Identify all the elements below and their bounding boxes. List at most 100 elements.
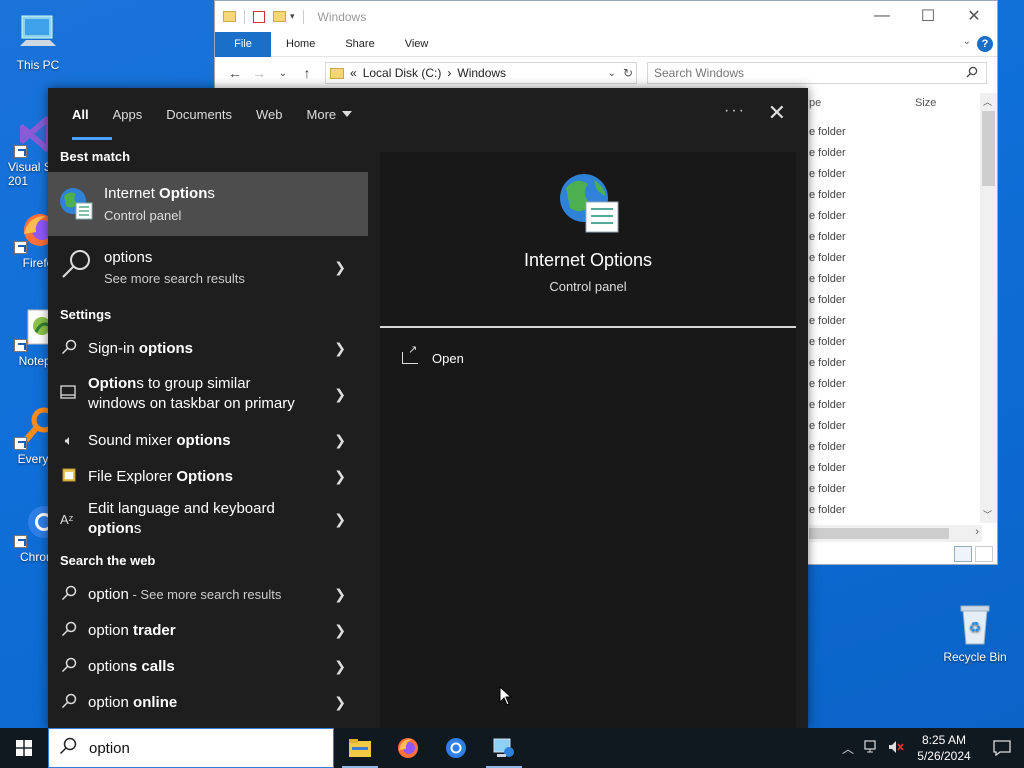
settings-result-language-keyboard[interactable]: Aᶻ Edit language and keyboard options ❯ <box>48 494 368 544</box>
taskbar-file-explorer[interactable] <box>336 728 384 768</box>
volume-muted-icon[interactable] <box>884 740 908 757</box>
refresh-icon[interactable]: ↻ <box>623 66 633 80</box>
chevron-right-icon[interactable]: ❯ <box>334 259 346 276</box>
up-arrow-icon[interactable]: ↑ <box>295 65 319 81</box>
properties-icon[interactable] <box>253 10 265 23</box>
network-icon[interactable] <box>860 739 884 757</box>
chevron-down-icon[interactable]: ⌄ <box>963 36 971 47</box>
taskbar-firefox[interactable] <box>384 728 432 768</box>
taskbar-control-panel[interactable] <box>480 728 528 768</box>
start-button[interactable] <box>0 728 48 768</box>
file-type-cell[interactable]: e folder <box>809 441 846 453</box>
scrollbar-thumb[interactable] <box>982 111 995 186</box>
forward-arrow-icon[interactable]: → <box>247 65 271 81</box>
file-type-cell[interactable]: e folder <box>809 273 846 285</box>
tab-share[interactable]: Share <box>330 38 389 50</box>
large-icons-view-icon[interactable] <box>975 546 993 562</box>
settings-result-sign-in-options[interactable]: Sign-in options ❯ <box>48 330 368 366</box>
clock[interactable]: 8:25 AM 5/26/2024 <box>908 732 980 764</box>
quick-access-dropdown-icon[interactable]: ▾ <box>290 11 295 22</box>
file-type-cell[interactable]: e folder <box>809 252 846 264</box>
column-header-type[interactable]: pe <box>809 97 821 109</box>
back-arrow-icon[interactable]: ← <box>223 65 247 81</box>
chevron-down-icon[interactable]: ⌄ <box>271 68 295 79</box>
tab-web[interactable]: Web <box>244 88 295 140</box>
chevron-right-icon[interactable]: ❯ <box>334 658 346 675</box>
file-type-cell[interactable]: e folder <box>809 294 846 306</box>
shortcut-arrow-icon <box>14 339 27 352</box>
chevron-right-icon[interactable]: ❯ <box>334 340 346 357</box>
chevron-right-icon[interactable]: ❯ <box>334 511 346 528</box>
close-button[interactable]: ✕ <box>951 1 997 31</box>
file-type-cell[interactable]: e folder <box>809 189 846 201</box>
file-type-cell[interactable]: e folder <box>809 399 846 411</box>
file-type-cell[interactable]: e folder <box>809 462 846 474</box>
chevron-right-icon[interactable]: ❯ <box>334 694 346 711</box>
address-bar[interactable]: « Local Disk (C:) › Windows ⌄ ↻ <box>325 62 637 84</box>
file-type-cell[interactable]: e folder <box>809 210 846 222</box>
open-action[interactable]: Open <box>380 343 796 370</box>
help-icon[interactable]: ? <box>977 36 993 52</box>
desktop-icon-recycle-bin[interactable]: ♻ Recycle Bin <box>937 602 1013 664</box>
explorer-search-input[interactable]: Search Windows <box>647 62 987 84</box>
file-type-cell[interactable]: e folder <box>809 357 846 369</box>
horizontal-scrollbar[interactable]: › <box>809 525 982 542</box>
desktop-icon-this-pc[interactable]: This PC <box>0 10 76 72</box>
file-type-cell[interactable]: e folder <box>809 420 846 432</box>
scroll-right-icon[interactable]: › <box>975 526 979 538</box>
settings-result-taskbar-group[interactable]: Options to group similar windows on task… <box>48 366 368 422</box>
web-result-option-trader[interactable]: option trader ❯ <box>48 612 368 648</box>
chevron-right-icon[interactable]: ❯ <box>334 586 346 603</box>
file-type-cell[interactable]: e folder <box>809 504 846 516</box>
breadcrumb-local-disk[interactable]: Local Disk (C:) <box>363 66 442 80</box>
file-type-cell[interactable]: e folder <box>809 336 846 348</box>
maximize-button[interactable]: ☐ <box>905 1 951 31</box>
web-result-options-calls[interactable]: options calls ❯ <box>48 648 368 684</box>
tab-apps[interactable]: Apps <box>101 88 155 140</box>
chevron-up-icon[interactable]: ︿ <box>836 740 860 757</box>
details-view-icon[interactable] <box>954 546 972 562</box>
caret-down-icon <box>342 111 353 117</box>
chevron-right-icon[interactable]: ❯ <box>334 622 346 639</box>
tab-all[interactable]: All <box>60 88 112 140</box>
best-match-internet-options[interactable]: Internet Options Control panel <box>48 172 368 236</box>
file-type-cell[interactable]: e folder <box>809 126 846 138</box>
ribbon-tabs: File Home Share View ⌄ ? <box>215 31 997 57</box>
file-type-cell[interactable]: e folder <box>809 168 846 180</box>
more-options-icon[interactable]: ··· <box>724 102 746 120</box>
taskbar-search-input[interactable]: option <box>48 728 334 768</box>
chevron-down-icon[interactable]: ⌄ <box>608 68 616 79</box>
settings-result-sound-mixer[interactable]: 🔈︎ Sound mixer options ❯ <box>48 422 368 458</box>
tab-file[interactable]: File <box>215 31 271 57</box>
web-result-option-online[interactable]: option online ❯ <box>48 684 368 720</box>
action-center-button[interactable] <box>980 740 1024 756</box>
tab-more[interactable]: More <box>295 88 365 140</box>
tab-home[interactable]: Home <box>271 38 330 50</box>
chevron-right-icon[interactable]: ❯ <box>334 386 346 403</box>
chevron-right-icon[interactable]: ❯ <box>334 468 346 485</box>
web-result-option[interactable]: option - See more search results ❯ <box>48 576 368 612</box>
tab-documents[interactable]: Documents <box>154 88 244 140</box>
result-title: options calls <box>88 657 175 675</box>
taskbar-chrome[interactable] <box>432 728 480 768</box>
see-more-search-results[interactable]: options See more search results ❯ <box>48 236 368 298</box>
scrollbar-thumb[interactable] <box>809 528 949 539</box>
open-icon <box>402 343 418 364</box>
scroll-down-icon[interactable]: ﹀ <box>983 508 992 521</box>
file-type-cell[interactable]: e folder <box>809 147 846 159</box>
minimize-button[interactable]: — <box>859 1 905 31</box>
file-type-cell[interactable]: e folder <box>809 378 846 390</box>
scroll-up-icon[interactable]: ︿ <box>983 95 992 108</box>
tab-view[interactable]: View <box>390 38 444 50</box>
chevron-right-icon[interactable]: ❯ <box>334 432 346 449</box>
breadcrumb-windows[interactable]: Windows <box>457 66 506 80</box>
new-folder-icon[interactable] <box>273 11 286 22</box>
close-icon[interactable]: ✕ <box>768 100 786 126</box>
breadcrumb-separator: › <box>447 66 452 80</box>
file-type-cell[interactable]: e folder <box>809 315 846 327</box>
column-header-size[interactable]: Size <box>915 97 936 109</box>
vertical-scrollbar[interactable]: ︿ ﹀ <box>980 93 997 523</box>
settings-result-file-explorer-options[interactable]: File Explorer Options ❯ <box>48 458 368 494</box>
file-type-cell[interactable]: e folder <box>809 231 846 243</box>
file-type-cell[interactable]: e folder <box>809 483 846 495</box>
